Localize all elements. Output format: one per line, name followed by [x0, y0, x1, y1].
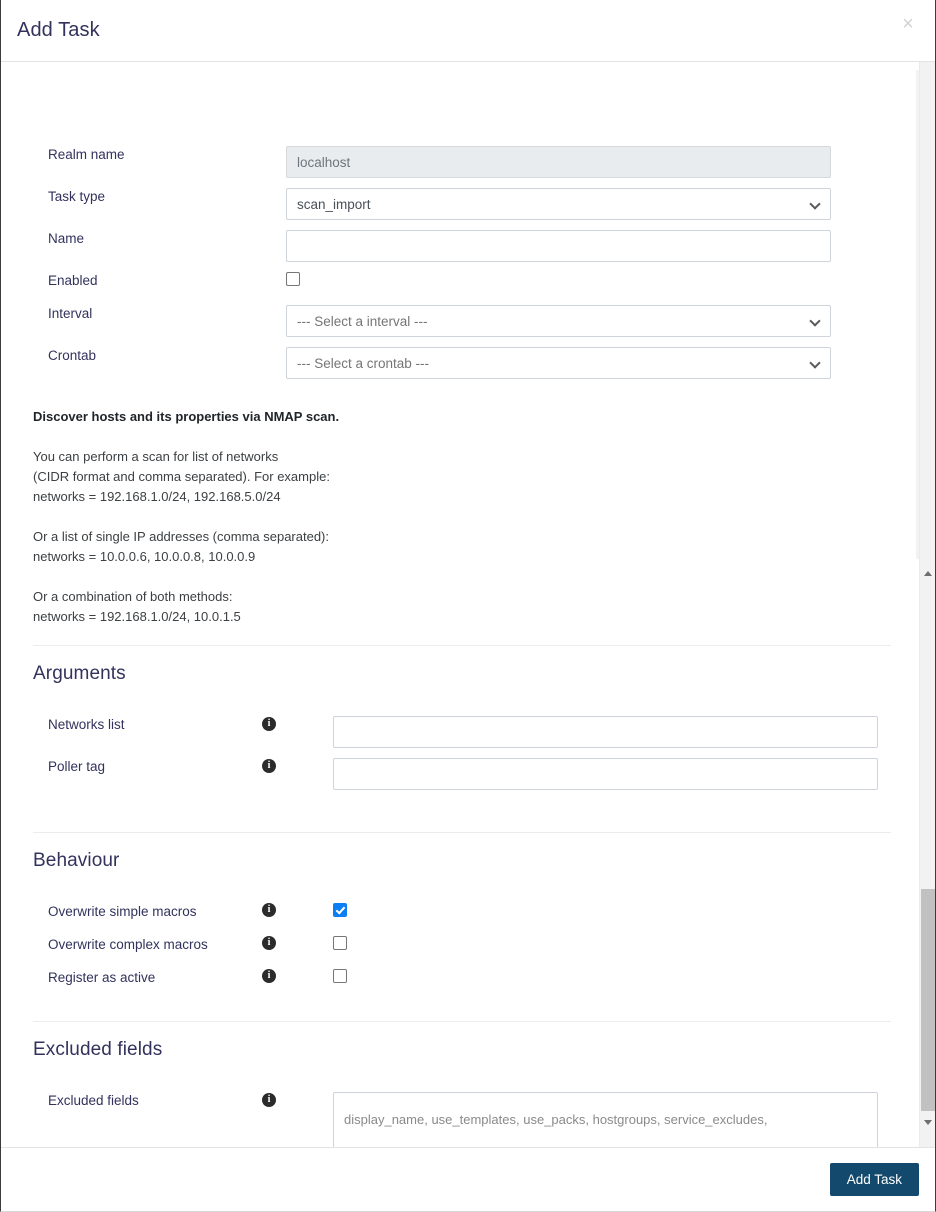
section-divider [33, 645, 891, 646]
info-icon[interactable]: i [262, 759, 276, 773]
field-row-register-as-active: Register as active [1, 969, 889, 987]
description-line: networks = 192.168.1.0/24, 192.168.5.0/2… [33, 489, 281, 504]
name-input[interactable] [286, 230, 831, 262]
field-row-overwrite-complex-macros: Overwrite complex macros [1, 936, 889, 954]
field-row-crontab: Crontab --- Select a crontab --- [1, 347, 889, 379]
info-icon[interactable]: i [262, 1093, 276, 1107]
crontab-select[interactable]: --- Select a crontab --- [286, 347, 831, 379]
control-networks-list [333, 716, 889, 748]
label-interval: Interval [48, 306, 93, 321]
label-overwrite-simple-macros: Overwrite simple macros [48, 904, 197, 919]
close-icon[interactable]: × [895, 11, 921, 37]
description-paragraph: Or a combination of both methods: networ… [33, 587, 593, 627]
label-enabled: Enabled [48, 273, 98, 288]
field-row-interval: Interval --- Select a interval --- [1, 305, 889, 337]
task-type-select[interactable]: scan_import [286, 188, 831, 220]
info-icon[interactable]: i [262, 903, 276, 917]
task-description: Discover hosts and its properties via NM… [33, 407, 593, 627]
networks-list-input[interactable] [333, 716, 878, 748]
interval-select[interactable]: --- Select a interval --- [286, 305, 831, 337]
control-interval: --- Select a interval --- [286, 305, 889, 337]
info-icon[interactable]: i [262, 717, 276, 731]
control-name [286, 230, 889, 262]
scrollbar-thumb[interactable] [921, 889, 935, 1111]
scroll-down-icon[interactable] [920, 1115, 935, 1129]
description-heading: Discover hosts and its properties via NM… [33, 409, 340, 424]
control-enabled [286, 272, 889, 290]
label-realm-name: Realm name [48, 147, 125, 162]
dialog-body: Realm name Task type scan_import [1, 62, 935, 1147]
control-overwrite-simple-macros [333, 903, 889, 921]
label-excluded-fields: Excluded fields [48, 1093, 139, 1108]
add-task-dialog: Add Task × Realm name Task type scan_imp… [0, 0, 936, 1212]
scroll-up-icon[interactable] [920, 566, 935, 580]
overwrite-simple-macros-checkbox[interactable] [333, 903, 347, 917]
label-networks-list: Networks list [48, 717, 125, 732]
description-line: networks = 10.0.0.6, 10.0.0.8, 10.0.0.9 [33, 549, 256, 564]
control-overwrite-complex-macros [333, 936, 889, 954]
field-row-realm-name: Realm name [1, 146, 889, 178]
enabled-checkbox[interactable] [286, 272, 300, 286]
excluded-fields-textarea[interactable] [333, 1092, 878, 1147]
label-poller-tag: Poller tag [48, 759, 106, 774]
info-icon[interactable]: i [262, 969, 276, 983]
field-row-networks-list: Networks list [1, 716, 889, 748]
realm-name-input [286, 146, 831, 178]
field-row-overwrite-simple-macros: Overwrite simple macros [1, 903, 889, 921]
description-line: networks = 192.168.1.0/24, 10.0.1.5 [33, 609, 241, 624]
field-row-excluded-fields: Excluded fields [1, 1092, 889, 1147]
overwrite-complex-macros-checkbox[interactable] [333, 936, 347, 950]
section-title-arguments: Arguments [33, 663, 126, 684]
description-paragraph: You can perform a scan for list of netwo… [33, 447, 593, 507]
section-title-excluded-fields: Excluded fields [33, 1039, 163, 1060]
dialog-header: Add Task × [1, 0, 935, 62]
field-row-enabled: Enabled [1, 272, 889, 290]
field-row-task-type: Task type scan_import [1, 188, 889, 220]
section-divider [33, 1021, 891, 1022]
dialog-content: Realm name Task type scan_import [1, 62, 935, 1147]
dialog-title: Add Task [17, 19, 100, 41]
field-row-name: Name [1, 230, 889, 262]
dialog-footer: Add Task [1, 1147, 935, 1211]
poller-tag-input[interactable] [333, 758, 878, 790]
label-overwrite-complex-macros: Overwrite complex macros [48, 937, 208, 952]
description-line: Or a list of single IP addresses (comma … [33, 529, 329, 544]
label-task-type: Task type [48, 189, 106, 204]
section-divider [33, 832, 891, 833]
dialog-scrollbar[interactable] [919, 62, 935, 1147]
description-paragraph: Or a list of single IP addresses (comma … [33, 527, 593, 567]
label-register-as-active: Register as active [48, 970, 156, 985]
field-row-poller-tag: Poller tag [1, 758, 889, 790]
control-crontab: --- Select a crontab --- [286, 347, 889, 379]
control-realm-name [286, 146, 889, 178]
label-name: Name [48, 231, 85, 246]
description-line: Or a combination of both methods: [33, 589, 233, 604]
section-title-behaviour: Behaviour [33, 850, 120, 871]
info-icon[interactable]: i [262, 936, 276, 950]
control-register-as-active [333, 969, 889, 987]
description-line: You can perform a scan for list of netwo… [33, 449, 279, 464]
description-line: (CIDR format and comma separated). For e… [33, 469, 330, 484]
control-excluded-fields [333, 1092, 889, 1147]
label-crontab: Crontab [48, 348, 97, 363]
add-task-button[interactable]: Add Task [829, 1162, 919, 1197]
register-as-active-checkbox[interactable] [333, 969, 347, 983]
control-poller-tag [333, 758, 889, 790]
control-task-type: scan_import [286, 188, 889, 220]
